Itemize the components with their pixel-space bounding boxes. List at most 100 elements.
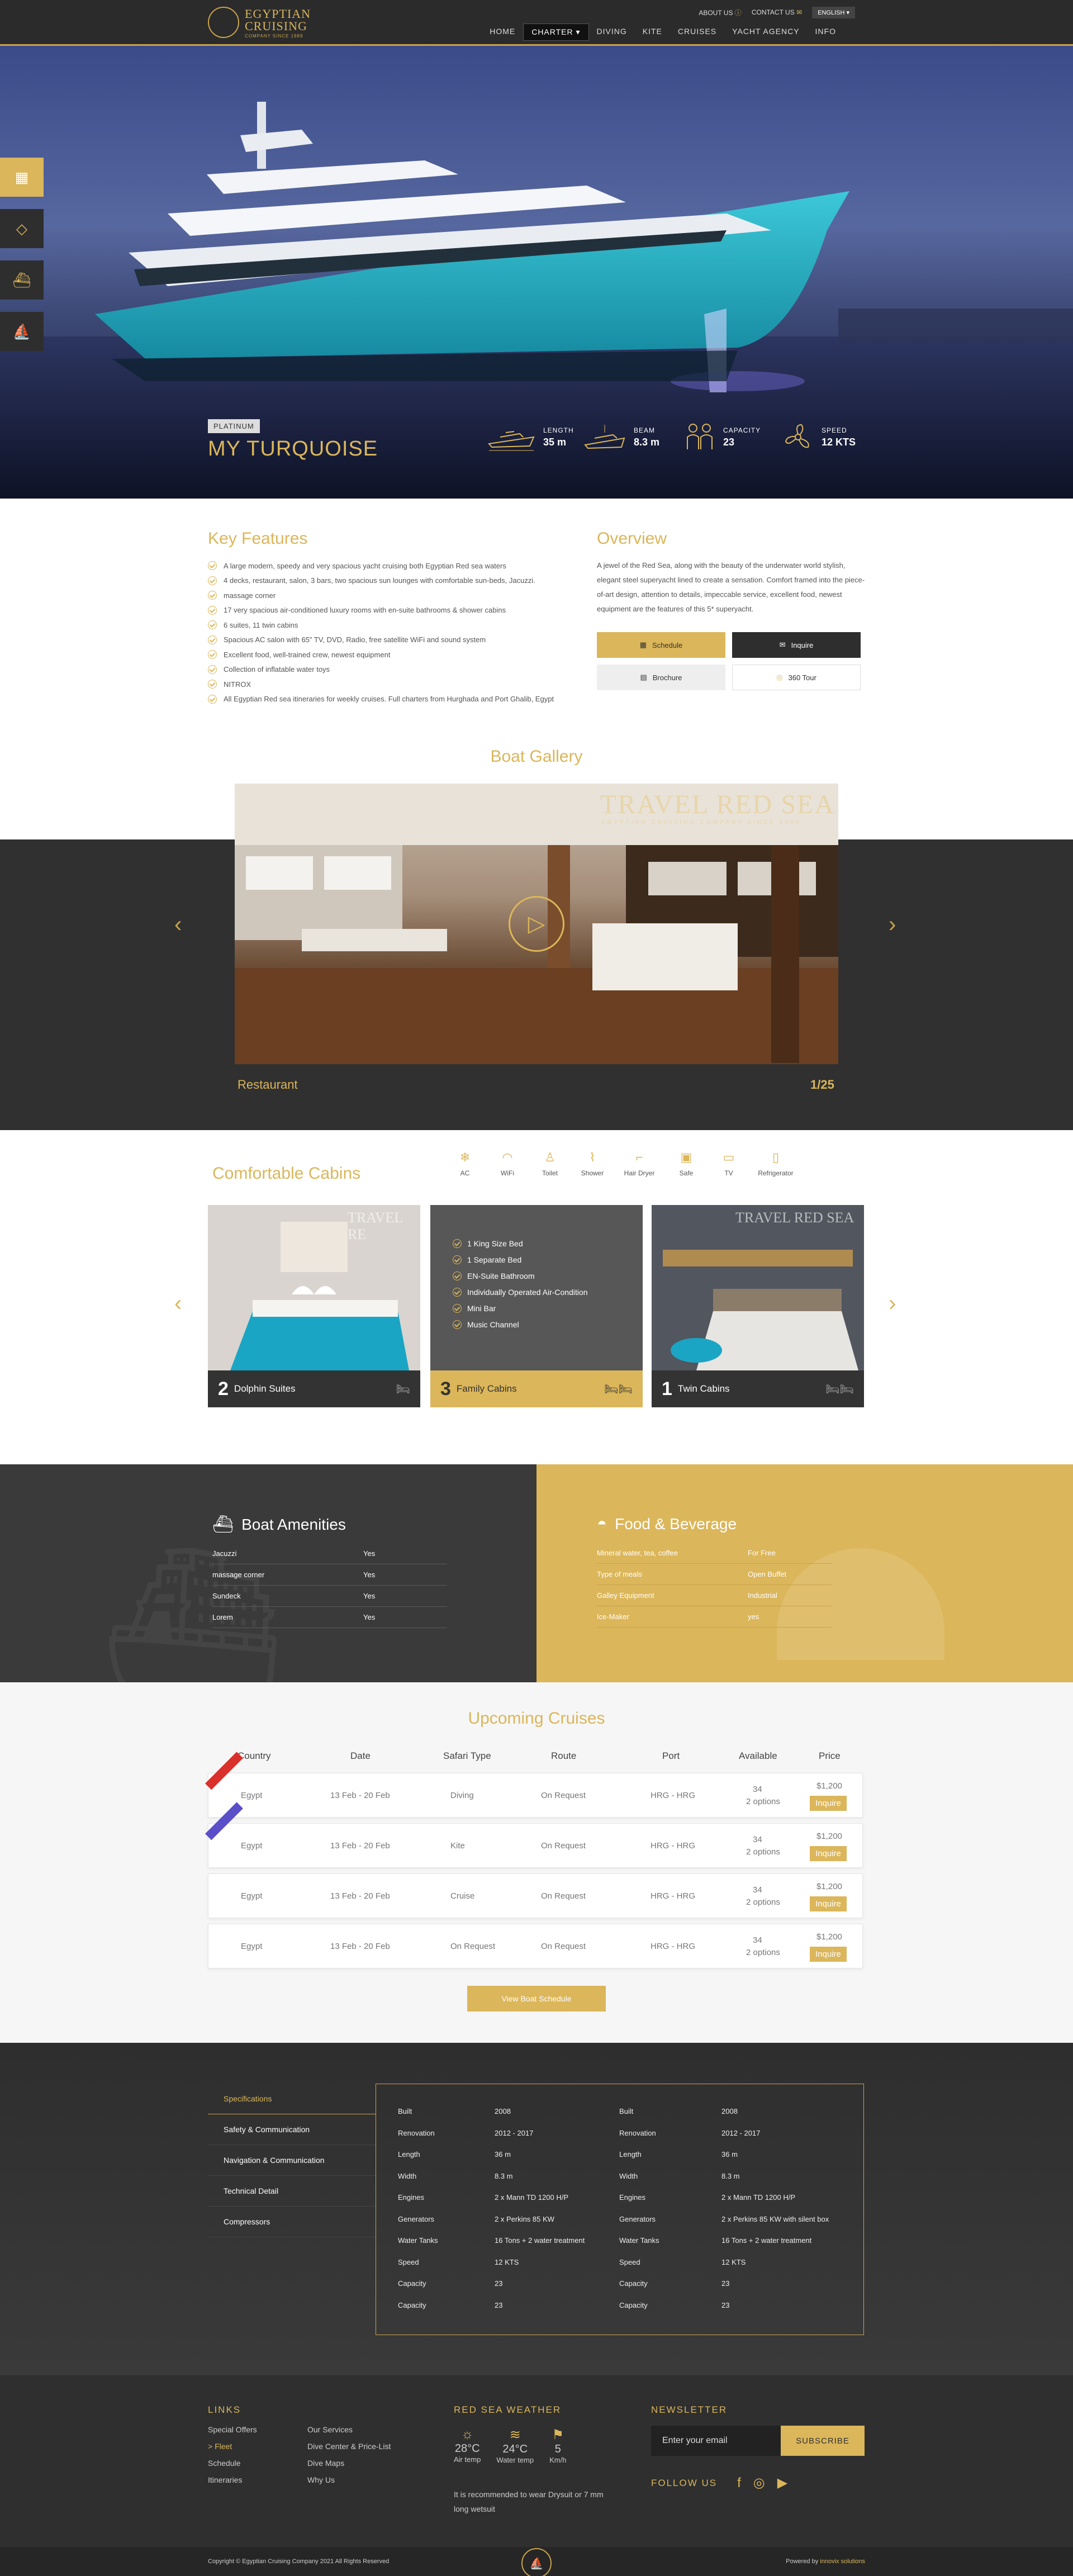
email-input[interactable]: Enter your email	[651, 2426, 781, 2456]
schedule-side-button[interactable]: ▦	[0, 158, 44, 197]
platinum-side-button[interactable]: ◇	[0, 209, 44, 248]
kv-key: Lorem	[212, 1613, 233, 1621]
nav-home[interactable]: HOME	[482, 23, 523, 41]
cruise-row[interactable]: Egypt 13 Feb - 20 Feb Cruise On Request HRG …	[208, 1873, 863, 1918]
yacht-title: MY TURQUOISE	[208, 437, 378, 461]
gallery-next-arrow-icon[interactable]: ›	[889, 912, 896, 937]
spec-tab[interactable]: Specifications	[208, 2084, 376, 2114]
brochure-button[interactable]: ▤ Brochure	[597, 665, 725, 690]
spec-label: SPEED	[822, 426, 847, 434]
check-icon	[453, 1303, 462, 1313]
nav-charter[interactable]: CHARTER ▾	[523, 23, 589, 41]
schedule-button[interactable]: ▦ Schedule	[597, 632, 725, 658]
col-date: Date	[350, 1750, 371, 1761]
footer-link[interactable]: Dive Center & Price-List	[307, 2438, 391, 2455]
feature-item: NITROX	[208, 677, 577, 692]
tour-360-button[interactable]: ◎ 360 Tour	[732, 665, 861, 690]
nav-yacht-agency[interactable]: YACHT AGENCY	[724, 23, 807, 41]
footer-link[interactable]: Schedule	[208, 2455, 257, 2471]
inquire-button[interactable]: Inquire	[810, 1846, 847, 1861]
site-logo[interactable]: EGYPTIAN CRUISING COMPANY SINCE 1989	[208, 4, 342, 41]
youtube-icon[interactable]: ▶	[777, 2475, 787, 2491]
kv-key: massage corner	[212, 1571, 265, 1579]
cruise-route: On Request	[541, 1841, 586, 1851]
cabin-card-twin[interactable]: TRAVEL RED SEA 1 Twin Cabins 🛏🛏	[652, 1205, 864, 1407]
cruise-row[interactable]: Egypt 13 Feb - 20 Feb On Request On Request…	[208, 1924, 863, 1968]
cruise-available: 34	[753, 1885, 762, 1895]
col-country: Country	[238, 1750, 271, 1761]
subscribe-button[interactable]: SUBSCRIBE	[781, 2426, 865, 2456]
spec-value: 8.3 m	[721, 2171, 740, 2180]
facebook-icon[interactable]: f	[737, 2475, 741, 2491]
beds-icon: 🛏🛏	[825, 1383, 854, 1396]
nav-diving[interactable]: DIVING	[589, 23, 635, 41]
hair-dryer-icon: ⌐	[635, 1150, 643, 1164]
feature-text: Excellent food, well-trained crew, newes…	[224, 650, 391, 659]
nav-info[interactable]: INFO	[808, 23, 844, 41]
footer-link[interactable]: Special Offers	[208, 2421, 257, 2438]
play-video-icon[interactable]: ▷	[509, 896, 564, 952]
spec-value: 12 KTS	[822, 436, 856, 448]
cruise-options: 2 options	[746, 1897, 780, 1907]
cabins-prev-arrow-icon[interactable]: ‹	[174, 1291, 182, 1316]
cabins-title: Comfortable Cabins	[212, 1164, 361, 1183]
cruise-row[interactable]: Egypt 13 Feb - 20 Feb Kite On Request HRG - …	[205, 1802, 863, 1868]
view-schedule-button[interactable]: View Boat Schedule	[467, 1986, 606, 2012]
about-label: ABOUT US	[699, 8, 733, 17]
spec-label: CAPACITY	[723, 426, 761, 434]
nav-cruises[interactable]: CRUISES	[670, 23, 724, 41]
spec-tab[interactable]: Compressors	[208, 2207, 376, 2237]
footer-link[interactable]: Dive Maps	[307, 2455, 391, 2471]
spec-value: 16 Tons + 2 water treatment	[495, 2236, 585, 2245]
weather-value: 5	[554, 2443, 561, 2455]
inquire-button[interactable]: Inquire	[810, 1896, 847, 1911]
footer-link[interactable]: Itineraries	[208, 2471, 257, 2488]
feature-item: A large modern, speedy and very spacious…	[208, 558, 577, 573]
boat-side-button[interactable]: ⛴	[0, 260, 44, 300]
gallery-prev-arrow-icon[interactable]: ‹	[174, 912, 182, 937]
cruise-price: $1,200	[816, 1932, 842, 1942]
footer-link[interactable]: Our Services	[307, 2421, 391, 2438]
cabin-feature-text: Individually Operated Air-Condition	[467, 1287, 588, 1297]
inquire-label: Inquire	[791, 641, 814, 649]
amenity-label: Hair Dryer	[624, 1169, 655, 1177]
footer-link[interactable]: > Fleet	[208, 2438, 257, 2455]
cabins-next-arrow-icon[interactable]: ›	[889, 1291, 896, 1316]
refrigerator-icon: ▯	[772, 1150, 780, 1164]
instagram-icon[interactable]: ◎	[753, 2475, 765, 2491]
links-title: LINKS	[208, 2404, 241, 2415]
spec-value: 2 x Mann TD 1200 H/P	[495, 2193, 568, 2202]
about-link[interactable]: ABOUT US ⓘ	[699, 8, 741, 17]
cruise-options: 2 options	[746, 1847, 780, 1857]
spec-tab[interactable]: Navigation & Communication	[208, 2145, 376, 2176]
beds-icon: 🛏🛏	[604, 1383, 633, 1396]
gallery-image[interactable]: TRAVEL RED SEA EGYPTIAN CRUISING COMPANY…	[235, 784, 838, 1064]
mail-icon: ✉	[796, 8, 803, 16]
contact-link[interactable]: CONTACT US ✉	[752, 8, 802, 16]
feature-item: 17 very spacious air-conditioned luxury …	[208, 603, 577, 618]
nav-kite[interactable]: KITE	[635, 23, 670, 41]
wifi-amenity: ◠ WiFi	[487, 1150, 528, 1177]
powered-by-link[interactable]: innovix solutions	[820, 2558, 865, 2565]
yacht-beam-icon	[584, 425, 625, 449]
footer-link[interactable]: Why Us	[307, 2471, 391, 2488]
footer-logo-icon[interactable]: ⛵	[521, 2548, 552, 2576]
spec-tab[interactable]: Safety & Communication	[208, 2114, 376, 2145]
language-select[interactable]: ENGLISH ▾	[812, 6, 855, 18]
spec-tab[interactable]: Technical Detail	[208, 2176, 376, 2207]
hair-dryer-amenity: ⌐ Hair Dryer	[615, 1150, 664, 1177]
inquire-button[interactable]: Inquire	[810, 1796, 847, 1811]
weather-title: RED SEA WEATHER	[454, 2404, 562, 2415]
cruise-row[interactable]: Egypt 13 Feb - 20 Feb Diving On Request HRG …	[205, 1752, 863, 1818]
inquire-button[interactable]: ✉ Inquire	[732, 632, 861, 658]
cabin-card-dolphin[interactable]: TRAVEL RE 2 Dolphin Suites 🛏	[208, 1205, 420, 1407]
cabin-card-family[interactable]: 1 King Size Bed 1 Separate Bed EN-Suite Ba…	[430, 1205, 643, 1407]
360-icon: ◎	[776, 673, 783, 681]
feature-text: massage corner	[224, 591, 276, 600]
sail-side-button[interactable]: ⛵	[0, 312, 44, 351]
cruise-date: 13 Feb - 20 Feb	[330, 1841, 390, 1851]
spec-key: Width	[619, 2171, 638, 2180]
inquire-button[interactable]: Inquire	[810, 1947, 847, 1962]
watermark-subtext: EGYPTIAN CRUISING COMPANY SINCE 1989	[601, 819, 801, 826]
spec-key: Engines	[398, 2193, 424, 2202]
